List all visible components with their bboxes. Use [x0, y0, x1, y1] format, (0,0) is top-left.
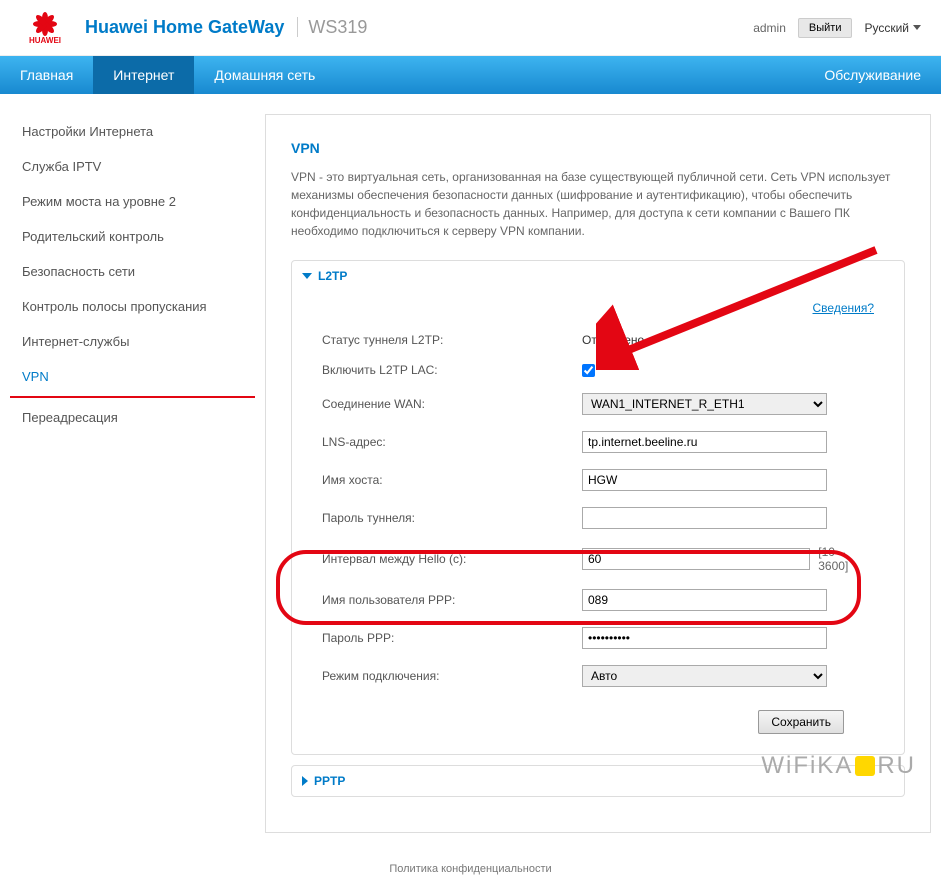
wan-select[interactable]: WAN1_INTERNET_R_ETH1 — [582, 393, 827, 415]
tunnel-pass-input[interactable] — [582, 507, 827, 529]
content-description: VPN - это виртуальная сеть, организованн… — [291, 168, 905, 240]
sidebar-separator — [10, 396, 255, 398]
sidebar-item-forwarding[interactable]: Переадресация — [10, 400, 255, 435]
watermark-icon — [855, 756, 875, 776]
ppp-pass-input[interactable] — [582, 627, 827, 649]
language-label: Русский — [864, 21, 909, 35]
chevron-down-icon — [913, 25, 921, 30]
ppp-user-label: Имя пользователя PPP: — [322, 593, 582, 607]
ppp-user-input[interactable] — [582, 589, 827, 611]
host-input[interactable] — [582, 469, 827, 491]
nav-maintenance[interactable]: Обслуживание — [804, 56, 941, 94]
status-label: Статус туннеля L2TP: — [322, 333, 582, 347]
hello-input[interactable] — [582, 548, 810, 570]
enable-checkbox[interactable] — [582, 364, 595, 377]
sidebar-item-security[interactable]: Безопасность сети — [10, 254, 255, 289]
nav-home-network[interactable]: Домашняя сеть — [194, 56, 335, 94]
sidebar-item-vpn[interactable]: VPN — [10, 359, 255, 394]
conn-mode-label: Режим подключения: — [322, 669, 582, 683]
content-panel: VPN VPN - это виртуальная сеть, организо… — [265, 114, 931, 833]
language-selector[interactable]: Русский — [864, 21, 921, 35]
privacy-link[interactable]: Политика конфиденциальности — [389, 863, 551, 875]
sidebar-item-bridge[interactable]: Режим моста на уровне 2 — [10, 184, 255, 219]
nav-internet[interactable]: Интернет — [93, 56, 194, 94]
l2tp-panel-header[interactable]: L2TP — [292, 261, 904, 291]
status-value: Отключено — [582, 333, 644, 347]
tunnel-pass-label: Пароль туннеля: — [322, 511, 582, 525]
sidebar-item-iptv[interactable]: Служба IPTV — [10, 149, 255, 184]
lns-label: LNS-адрес: — [322, 435, 582, 449]
wan-label: Соединение WAN: — [322, 397, 582, 411]
l2tp-panel-title: L2TP — [318, 269, 347, 283]
triangle-right-icon — [302, 776, 308, 786]
sidebar: Настройки Интернета Служба IPTV Режим мо… — [10, 114, 255, 833]
sidebar-item-internet-settings[interactable]: Настройки Интернета — [10, 114, 255, 149]
ppp-pass-label: Пароль PPP: — [322, 631, 582, 645]
hello-label: Интервал между Hello (с): — [322, 552, 582, 566]
triangle-down-icon — [302, 273, 312, 279]
hello-range: [10 – 3600] — [818, 545, 874, 573]
header: HUAWEI Huawei Home GateWay WS319 admin В… — [0, 0, 941, 56]
pptp-panel-title: PPTP — [314, 774, 345, 788]
host-label: Имя хоста: — [322, 473, 582, 487]
page-title: Huawei Home GateWay WS319 — [85, 17, 367, 38]
lns-input[interactable] — [582, 431, 827, 453]
nav-home[interactable]: Главная — [0, 56, 93, 94]
huawei-logo: HUAWEI — [20, 10, 70, 45]
logo-text: HUAWEI — [29, 36, 61, 45]
sidebar-item-parental[interactable]: Родительский контроль — [10, 219, 255, 254]
admin-link[interactable]: admin — [753, 21, 786, 35]
content-title: VPN — [291, 140, 905, 156]
l2tp-panel: L2TP Сведения? Статус туннеля L2TP: Откл… — [291, 260, 905, 755]
footer: Политика конфиденциальности — [0, 853, 941, 885]
logout-button[interactable]: Выйти — [798, 18, 853, 38]
conn-mode-select[interactable]: Авто — [582, 665, 827, 687]
watermark-left: WiFiKA — [761, 752, 853, 780]
save-button[interactable]: Сохранить — [758, 710, 844, 734]
main-nav: Главная Интернет Домашняя сеть Обслужива… — [0, 56, 941, 94]
enable-label: Включить L2TP LAC: — [322, 363, 582, 377]
title-text: Huawei Home GateWay — [85, 17, 284, 37]
details-link[interactable]: Сведения? — [813, 301, 875, 315]
sidebar-item-services[interactable]: Интернет-службы — [10, 324, 255, 359]
sidebar-item-bandwidth[interactable]: Контроль полосы пропускания — [10, 289, 255, 324]
watermark: WiFiKA RU — [761, 752, 916, 780]
model-text: WS319 — [297, 17, 367, 37]
watermark-right: RU — [877, 752, 916, 780]
